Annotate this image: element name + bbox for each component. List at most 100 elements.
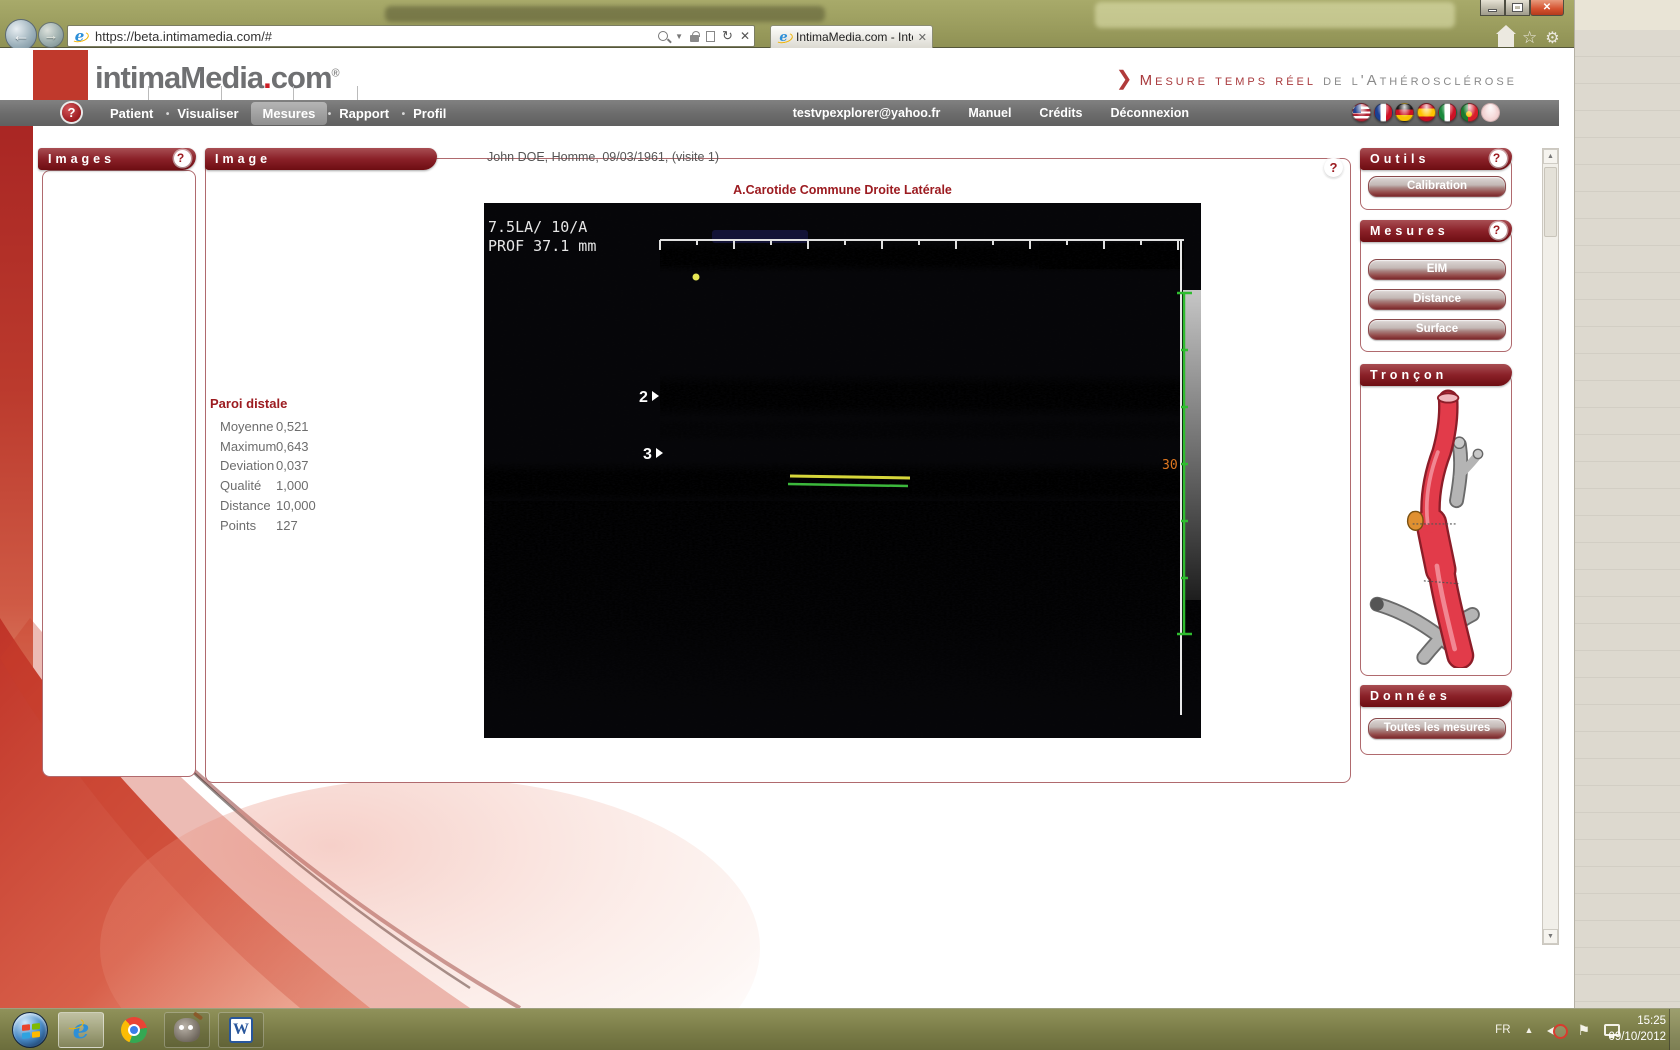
nav-item-mesures[interactable]: Mesures [251,102,328,125]
measurement-label: Moyenne [210,417,276,437]
favorites-star-icon[interactable]: ☆ [1522,28,1537,48]
scroll-down-button[interactable]: ▼ [1543,929,1558,944]
taskbar-clock[interactable]: 15:25 09/10/2012 [1608,1013,1666,1045]
taskbar-gimp-button[interactable] [164,1012,210,1048]
nav-link-manuel[interactable]: Manuel [968,106,1011,120]
ultrasound-title: A.Carotide Commune Droite Latérale [484,183,1201,197]
volume-muted-icon[interactable] [1547,1023,1563,1037]
browser-forward-button[interactable]: → [38,22,64,48]
start-button[interactable] [12,1012,48,1048]
compatibility-icon[interactable] [706,31,715,42]
address-bar[interactable]: e ▼ ↻ ✕ [67,25,755,47]
flag-de-icon[interactable] [1395,103,1414,122]
search-icon[interactable] [658,31,668,41]
tagline-arrow-icon: ❯ [1116,68,1133,90]
artery-diagram[interactable] [1366,378,1506,668]
surface-button[interactable]: Surface [1368,319,1506,340]
minimize-button[interactable] [1480,0,1505,16]
nav-item-visualiser[interactable]: Visualiser [165,102,250,125]
browser-tab[interactable]: e IntimaMedia.com - Intellig... ✕ [770,25,933,48]
tray-expand-icon[interactable]: ▲ [1525,1025,1534,1035]
lock-icon [690,35,699,42]
user-email: testvpexplorer@yahoo.fr [793,106,941,120]
nav-item-profil[interactable]: Profil [401,102,458,125]
toutes-les-mesures-button[interactable]: Toutes les mesures [1368,718,1506,739]
eim-button[interactable]: EIM [1368,259,1506,280]
nav-separator [293,86,294,100]
mesures-panel-tab: Mesures [1360,220,1512,242]
measurement-row: Moyenne0,521 [210,417,316,437]
nav-items: Patient Visualiser Mesures Rapport Profi… [98,100,458,126]
language-flags [1352,103,1500,122]
nav-link-deconnexion[interactable]: Déconnexion [1111,106,1190,120]
stop-icon[interactable]: ✕ [740,29,750,43]
mesures-help-icon[interactable] [1490,222,1507,239]
nav-link-credits[interactable]: Crédits [1039,106,1082,120]
screen: ← → e ▼ ↻ ✕ e IntimaMedia.com - Intellig… [0,0,1680,1050]
scrollbar-thumb[interactable] [1544,167,1557,237]
flag-us-icon[interactable] [1352,103,1371,122]
measurement-value: 0,037 [276,458,309,473]
images-help-icon[interactable] [174,150,191,167]
background-window-blur [1095,2,1455,28]
measurement-row: Maximum0,643 [210,437,316,457]
home-icon[interactable] [1498,34,1514,47]
ultrasound-image[interactable]: 7.5LA/ 10/A PROF 37.1 mm 2 3 [484,203,1201,743]
main-navbar: Patient Visualiser Mesures Rapport Profi… [0,100,1559,126]
show-desktop-button[interactable] [1669,1009,1680,1050]
internet-explorer-icon: e [67,1016,95,1044]
measurements-title: Paroi distale [210,396,316,411]
dropdown-caret-icon[interactable]: ▼ [675,32,683,41]
image-panel-tab: Image [205,148,437,170]
image-panel-title: Image [215,152,271,166]
nav-item-rapport[interactable]: Rapport [327,102,401,125]
close-button[interactable]: ✕ [1530,0,1564,16]
outils-help-icon[interactable] [1490,150,1507,167]
tagline-gray: de l'Athérosclérose [1323,72,1517,89]
refresh-icon[interactable]: ↻ [722,28,733,44]
site-logo[interactable]: intimaMedia.com® [95,60,340,96]
mesures-panel-title: Mesures [1370,224,1449,238]
back-arrow-icon: ← [12,25,30,46]
donnees-panel-title: Données [1370,689,1451,703]
nav-right: testvpexplorer@yahoo.fr Manuel Crédits D… [793,100,1189,126]
clock-date: 09/10/2012 [1608,1029,1666,1045]
nav-help-icon[interactable] [62,103,81,122]
flag-fr-icon[interactable] [1374,103,1393,122]
page-scrollbar[interactable]: ▲ ▼ [1542,148,1559,945]
maximize-button[interactable] [1505,0,1530,16]
outils-panel-tab: Outils [1360,148,1512,170]
browser-back-button[interactable]: ← [5,19,37,51]
taskbar-chrome-button[interactable] [112,1012,156,1048]
scroll-up-button[interactable]: ▲ [1543,149,1558,164]
flag-pt-icon[interactable] [1460,103,1479,122]
tab-close-icon[interactable]: ✕ [918,31,927,44]
nav-separator [357,86,358,100]
background-window-title-blur [385,6,825,22]
logo-main: intimaMedia [95,60,263,95]
calibration-button[interactable]: Calibration [1368,176,1506,197]
measurement-label: Points [210,516,276,536]
eim-yellow-line [790,476,910,478]
image-help-icon[interactable] [1324,158,1343,177]
taskbar-ie-button[interactable]: e [58,1012,104,1048]
action-center-flag-icon[interactable]: ⚑ [1577,1022,1590,1039]
distance-button[interactable]: Distance [1368,289,1506,310]
taskbar-word-button[interactable] [218,1012,264,1048]
measurement-label: Distance [210,496,276,516]
flag-es-icon[interactable] [1417,103,1436,122]
language-indicator[interactable]: FR [1495,1024,1510,1036]
tools-gear-icon[interactable]: ⚙ [1545,28,1559,48]
scale-value-label: 30 [1162,458,1178,473]
flag-it-icon[interactable] [1438,103,1457,122]
nav-item-patient[interactable]: Patient [98,102,165,125]
url-input[interactable] [93,28,658,45]
chrome-icon [121,1017,147,1043]
tagline-red: Mesure temps réel [1140,72,1324,89]
images-panel-title: Images [48,152,115,166]
donnees-panel-tab: Données [1360,685,1512,707]
measurement-row: Qualité1,000 [210,476,316,496]
address-bar-icons: ▼ ↻ ✕ [658,28,750,44]
marker-2-label: 2 [639,389,648,406]
yellow-dot-marker [693,274,700,281]
